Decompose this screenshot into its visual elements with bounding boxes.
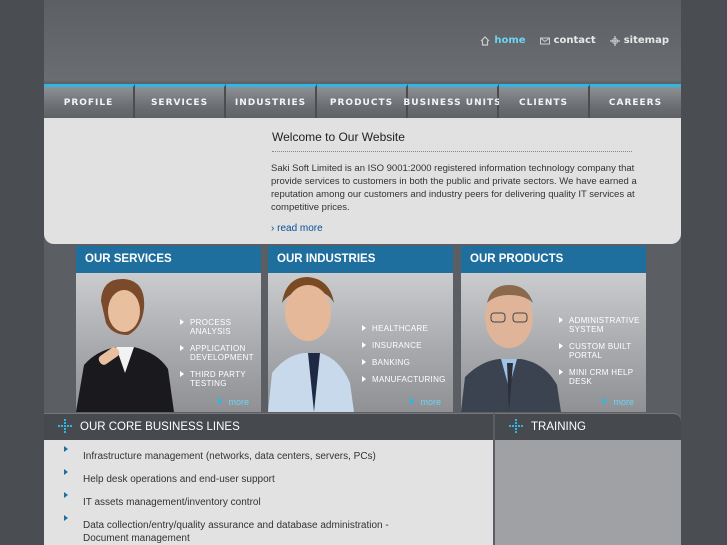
welcome-body: Saki Soft Limited is an ISO 9001:2000 re…	[271, 163, 637, 213]
arrow-right-icon: ›	[271, 223, 275, 234]
industries-panel: OUR INDUSTRIES HEALTHCARE INSURANCE BANK…	[268, 246, 453, 412]
list-item[interactable]: BANKING	[360, 358, 450, 367]
industries-panel-title: OUR INDUSTRIES	[268, 246, 453, 273]
training-title: TRAINING	[531, 421, 586, 433]
list-item[interactable]: HEALTHCARE	[360, 324, 450, 333]
industries-more-link[interactable]: more	[410, 397, 441, 407]
sitemap-link[interactable]: sitemap	[609, 35, 669, 46]
nav-industries[interactable]: INDUSTRIES	[226, 84, 317, 118]
sitemap-icon	[609, 35, 620, 46]
products-more-link[interactable]: more	[603, 397, 634, 407]
businessman-photo	[268, 277, 354, 412]
sitemap-link-label: sitemap	[623, 35, 669, 46]
list-item: Help desk operations and end-user suppor…	[64, 469, 424, 486]
products-panel: OUR PRODUCTS ADMINISTRATIVE SYSTEM CUSTO…	[461, 246, 646, 412]
list-item[interactable]: INSURANCE	[360, 341, 450, 350]
list-item: Infrastructure management (networks, dat…	[64, 446, 424, 463]
list-item: Data collection/entry/quality assurance …	[64, 515, 424, 545]
list-item[interactable]: ADMINISTRATIVE SYSTEM	[557, 316, 643, 334]
nav-profile[interactable]: PROFILE	[44, 84, 135, 118]
industries-list: HEALTHCARE INSURANCE BANKING MANUFACTURI…	[360, 324, 450, 392]
sparkle-icon	[509, 418, 523, 436]
contact-link[interactable]: contact	[539, 35, 596, 46]
services-list: PROCESS ANALYSIS APPLICATION DEVELOPMENT…	[178, 318, 258, 396]
list-item[interactable]: THIRD PARTY TESTING	[178, 370, 258, 388]
nav-products[interactable]: PRODUCTS	[317, 84, 408, 118]
services-panel-title: OUR SERVICES	[76, 246, 261, 273]
home-link[interactable]: home	[480, 35, 526, 46]
nav-clients[interactable]: CLIENTS	[499, 84, 590, 118]
core-business-section: OUR CORE BUSINESS LINES Infrastructure m…	[44, 413, 493, 545]
businesswoman-photo	[76, 278, 174, 412]
nav-business-units[interactable]: BUSINESS UNITS	[403, 84, 501, 118]
list-item[interactable]: MINI CRM HELP DESK	[557, 368, 643, 386]
welcome-section: Welcome to Our Website Saki Soft Limited…	[44, 118, 681, 244]
list-item[interactable]: APPLICATION DEVELOPMENT	[178, 344, 258, 362]
products-panel-title: OUR PRODUCTS	[461, 246, 646, 273]
training-section: TRAINING	[495, 413, 681, 545]
products-list: ADMINISTRATIVE SYSTEM CUSTOM BUILT PORTA…	[557, 316, 643, 394]
nav-services[interactable]: SERVICES	[135, 84, 226, 118]
services-more-link[interactable]: more	[218, 397, 249, 407]
read-more-label: read more	[277, 223, 323, 234]
top-links: home contact sitemap	[480, 35, 669, 46]
nav-careers[interactable]: CAREERS	[590, 84, 681, 118]
home-link-label: home	[494, 35, 526, 46]
mail-icon	[539, 36, 550, 46]
core-business-list: Infrastructure management (networks, dat…	[44, 440, 493, 545]
services-panel: OUR SERVICES PROCESS ANALYSIS APPLICATIO…	[76, 246, 261, 412]
welcome-title: Welcome to Our Website	[272, 130, 405, 144]
core-business-header: OUR CORE BUSINESS LINES	[44, 413, 493, 440]
core-business-title: OUR CORE BUSINESS LINES	[80, 421, 240, 433]
contact-link-label: contact	[553, 35, 596, 46]
list-item: IT assets management/inventory control	[64, 492, 424, 509]
list-item[interactable]: MANUFACTURING	[360, 375, 450, 384]
dotted-divider	[272, 151, 632, 152]
list-item[interactable]: CUSTOM BUILT PORTAL	[557, 342, 643, 360]
training-header: TRAINING	[495, 413, 681, 440]
sparkle-icon	[58, 418, 72, 436]
main-nav: PROFILE SERVICES INDUSTRIES PRODUCTS BUS…	[44, 84, 681, 118]
read-more-link[interactable]: › read more	[271, 223, 323, 234]
page-frame: home contact sitemap PROFILE SERVICES IN…	[44, 0, 681, 545]
home-icon	[480, 35, 490, 46]
businessman-glasses-photo	[461, 285, 561, 412]
list-item[interactable]: PROCESS ANALYSIS	[178, 318, 258, 336]
